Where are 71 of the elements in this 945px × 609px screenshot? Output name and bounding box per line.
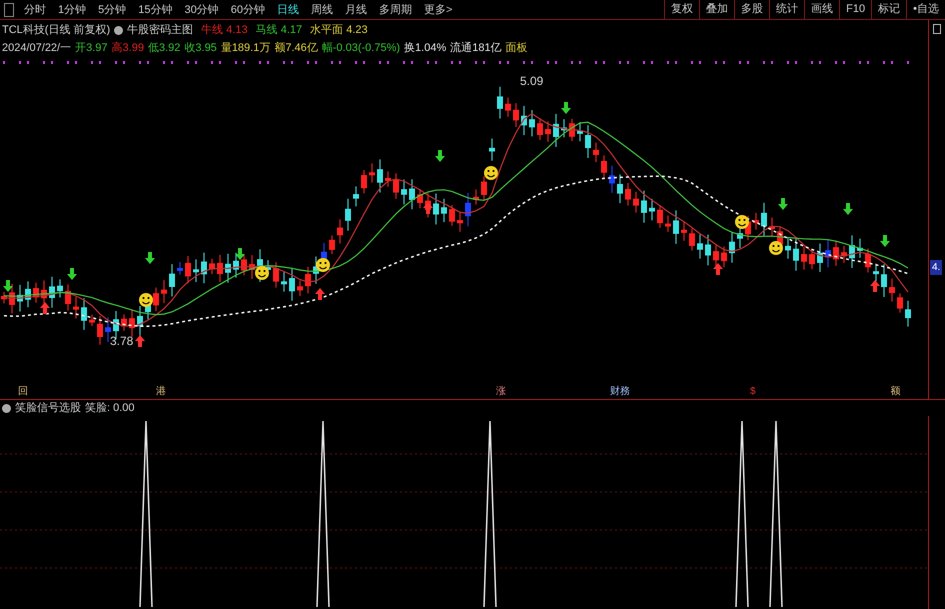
down-arrow-icon xyxy=(67,268,77,280)
down-arrow-icon xyxy=(435,150,445,162)
period-tab[interactable]: 日线 xyxy=(271,0,305,20)
event-marker[interactable]: 回 xyxy=(18,387,28,397)
period-tab[interactable]: 1分钟 xyxy=(52,0,92,20)
down-arrow-icon xyxy=(778,198,788,210)
quote-value: 换1.04% xyxy=(404,40,446,56)
up-arrow-icon xyxy=(135,335,145,347)
window-icon[interactable] xyxy=(933,24,941,34)
event-marker[interactable]: 财務 xyxy=(610,387,630,397)
toolbar-button[interactable]: 叠加 xyxy=(699,0,734,19)
period-tab[interactable]: 5分钟 xyxy=(92,0,132,20)
event-marker[interactable]: $ xyxy=(750,387,756,397)
period-tab[interactable]: 周线 xyxy=(305,0,339,20)
indicator-value: 水平面 4.23 xyxy=(310,22,368,38)
period-tab[interactable]: 更多> xyxy=(418,0,458,20)
up-arrow-icon xyxy=(713,263,723,275)
toolbar-button[interactable]: F10 xyxy=(839,0,872,19)
up-arrow-icon xyxy=(315,288,325,300)
quote-date: 2024/07/22/一 xyxy=(2,40,72,56)
smiley-icon xyxy=(316,258,330,272)
indicator-selector-icon[interactable] xyxy=(114,26,124,34)
toolbar-button[interactable]: 复权 xyxy=(664,0,700,19)
low-price-label: 3.78 xyxy=(110,333,134,350)
quote-value: 量189.1万 xyxy=(220,40,270,56)
high-price-label: 5.09 xyxy=(520,73,544,90)
toolbar-button[interactable]: •自选 xyxy=(906,0,945,19)
price-axis-label: 4. xyxy=(930,260,942,275)
smiley-icon xyxy=(484,166,498,180)
period-tab[interactable]: 多周期 xyxy=(373,0,418,20)
down-arrow-icon xyxy=(235,248,245,260)
smiley-icon xyxy=(769,241,783,255)
quote-value: 高3.99 xyxy=(112,40,144,56)
down-arrow-icon xyxy=(843,203,853,215)
indicator-selector-icon[interactable] xyxy=(2,404,11,412)
smiley-icon xyxy=(139,293,153,307)
quote-value: 幅-0.03(-0.75%) xyxy=(322,40,400,56)
quote-value: 流通181亿 xyxy=(450,40,502,56)
toolbar-button[interactable]: 标记 xyxy=(871,0,906,19)
period-tab[interactable]: 月线 xyxy=(339,0,373,20)
quote-value: 低3.92 xyxy=(148,40,180,56)
down-arrow-icon xyxy=(561,102,571,114)
up-arrow-icon xyxy=(423,202,433,214)
indicator-value: 马线 4.17 xyxy=(256,22,302,38)
period-tab[interactable]: 15分钟 xyxy=(132,0,178,20)
down-arrow-icon xyxy=(145,252,155,264)
period-tab[interactable]: 60分钟 xyxy=(224,0,271,20)
toolbar-button[interactable]: 统计 xyxy=(769,0,804,19)
toolbar-button[interactable]: 多股 xyxy=(734,0,770,19)
event-marker[interactable]: 涨 xyxy=(496,387,506,397)
period-tab[interactable]: 分时 xyxy=(18,0,52,20)
panel-toggle-icon[interactable] xyxy=(4,2,14,16)
quote-value: 开3.97 xyxy=(75,40,108,56)
lower-indicator-value: 笑脸: 0.00 xyxy=(85,400,135,416)
indicator-value: 牛线 4.13 xyxy=(201,22,248,38)
panel-link[interactable]: 面板 xyxy=(506,40,528,56)
toolbar-button[interactable]: 画线 xyxy=(804,0,840,19)
quote-value: 收3.95 xyxy=(184,40,217,56)
smiley-icon xyxy=(255,266,269,280)
event-marker[interactable]: 港 xyxy=(156,387,166,397)
stock-title: TCL科技(日线 前复权) xyxy=(2,22,110,38)
down-arrow-icon xyxy=(880,235,890,247)
event-marker[interactable]: 额 xyxy=(890,387,901,397)
smiley-icon xyxy=(735,215,749,229)
indicator-name: 牛股密码主图 xyxy=(127,22,194,38)
down-arrow-icon xyxy=(3,280,13,292)
up-arrow-icon xyxy=(40,302,50,314)
lower-indicator-title: 笑脸信号选股 xyxy=(15,400,81,416)
period-tab[interactable]: 30分钟 xyxy=(178,0,225,20)
quote-value: 额7.46亿 xyxy=(274,40,318,56)
up-arrow-icon xyxy=(870,280,880,292)
